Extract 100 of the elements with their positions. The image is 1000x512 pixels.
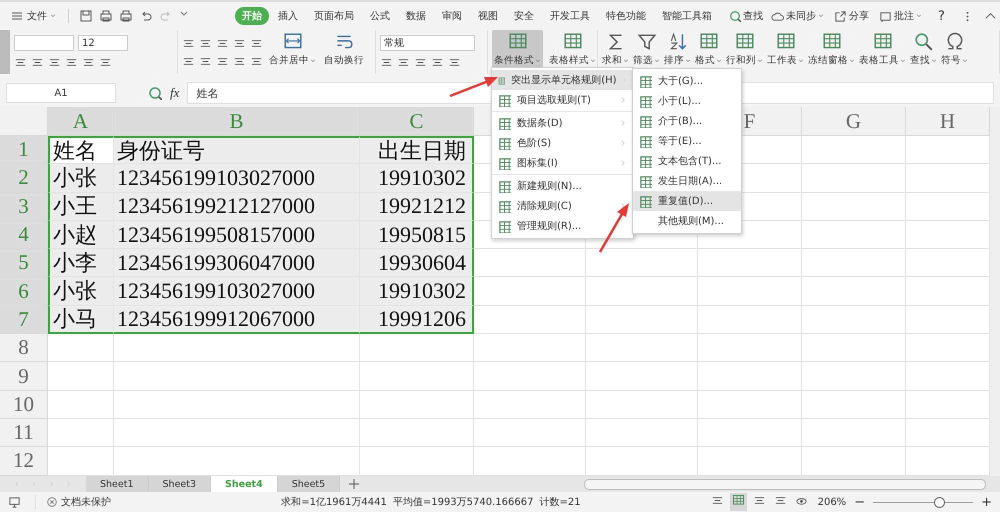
table-cell: 19930604	[360, 249, 474, 278]
slider-thumb[interactable]	[934, 496, 946, 508]
table-icon	[639, 174, 652, 188]
column-header[interactable]: H	[906, 107, 990, 136]
zoom-out-button[interactable]: −	[854, 494, 866, 510]
ribbon-tab[interactable]: 数据	[399, 7, 433, 25]
annotation-arrow	[598, 203, 629, 253]
view-button[interactable]	[730, 493, 747, 511]
table-cell	[48, 362, 114, 391]
menu-item[interactable]: 图标集(I)	[492, 153, 633, 173]
caret-icon	[535, 58, 541, 64]
menu-item[interactable]: 项目选取规则(T)	[492, 90, 633, 110]
table-cell: 123456199912067000	[114, 306, 360, 334]
table-icon	[498, 136, 511, 150]
ribbon-button[interactable]: 表格工具	[857, 30, 908, 69]
toolbar-button[interactable]: 批注	[879, 9, 922, 23]
menu-item[interactable]: 大于(G)...	[633, 71, 741, 91]
ribbon-tab[interactable]: 特色功能	[599, 7, 653, 25]
table-cell: 123456199212127000	[114, 192, 360, 221]
menu-item[interactable]: 重复值(D)...	[633, 191, 741, 211]
row-header[interactable]: 9	[0, 362, 48, 391]
monitor-icon[interactable]	[8, 496, 21, 508]
zoom-in-button[interactable]: +	[981, 494, 992, 510]
ribbon-tab[interactable]: 插入	[271, 7, 305, 25]
table-icon	[639, 134, 652, 148]
table-icon	[639, 154, 652, 168]
menu-item[interactable]: 发生日期(A)...	[633, 171, 741, 191]
share-icon	[834, 10, 847, 22]
caret-icon	[962, 58, 968, 64]
table-icon	[498, 220, 511, 232]
ribbon-tab[interactable]: 公式	[363, 7, 397, 25]
table-cell: 123456199306047000	[114, 249, 360, 278]
ribbon-tab[interactable]: 页面布局	[307, 7, 361, 25]
table-icon	[639, 114, 652, 128]
row-header[interactable]: 10	[0, 390, 48, 419]
ribbon-button[interactable]: 表格样式	[547, 30, 598, 69]
ribbon-button[interactable]: 求和	[600, 30, 631, 69]
caret-icon	[50, 13, 56, 19]
menu-item[interactable]: 突出显示单元格规则(H)	[492, 70, 633, 90]
table-cell: 小张	[48, 164, 114, 193]
comment-icon	[879, 10, 892, 22]
table-cell: 身份证号	[114, 136, 360, 164]
ribbon-tab[interactable]: 审阅	[435, 7, 469, 25]
sheet-tab[interactable]: Sheet3	[148, 476, 212, 492]
menu-item[interactable]: 数据条(D)	[492, 113, 633, 133]
row-header[interactable]: 11	[0, 418, 48, 448]
help-button[interactable]: ?	[932, 8, 951, 24]
ribbon-button[interactable]: 行和列	[724, 30, 765, 69]
menu-item[interactable]: 管理规则(R)...	[492, 216, 633, 236]
name-box[interactable]: A1	[6, 83, 116, 103]
print-icon[interactable]	[99, 9, 113, 23]
ribbon-button[interactable]: 冻结窗格	[806, 30, 857, 69]
function-label[interactable]: fx	[170, 85, 180, 101]
search-button[interactable]: 查找	[729, 9, 763, 23]
row-header[interactable]: 12	[0, 447, 48, 476]
ribbon-scroll-handle[interactable]	[0, 30, 10, 74]
font-name-field[interactable]	[14, 35, 74, 51]
ribbon-tab[interactable]: 视图	[471, 7, 505, 25]
table-cell	[48, 390, 114, 419]
save-icon[interactable]	[79, 9, 93, 23]
caret-icon	[685, 58, 691, 64]
summary-text: 平均值=1993万5740.166667	[392, 496, 534, 509]
menu-item[interactable]: 色阶(S)	[492, 133, 633, 153]
file-menu-button[interactable]: 文件	[6, 9, 60, 23]
vertical-scrollbar[interactable]	[990, 107, 1000, 476]
ribbon-tab[interactable]: 智能工具箱	[655, 7, 719, 25]
ribbon-button[interactable]: 查找	[908, 30, 939, 69]
table-cell: 小赵	[48, 220, 114, 250]
column-header[interactable]: G	[802, 107, 906, 136]
horizontal-scrollbar[interactable]	[584, 478, 986, 490]
ribbon-button[interactable]: 条件格式	[492, 30, 543, 69]
table-icon	[498, 94, 511, 106]
ribbon-tab[interactable]: 开发工具	[543, 7, 597, 25]
menu-item[interactable]: 新建规则(N)...	[492, 176, 633, 196]
toolbar-button[interactable]: 分享	[834, 9, 869, 23]
sheet-tab[interactable]: Sheet1	[86, 476, 149, 492]
zoom-level-dropdown[interactable]: 206%	[818, 496, 846, 508]
row-header[interactable]: 8	[0, 334, 48, 362]
caret-icon	[757, 58, 763, 64]
summary-text: 计数=21	[539, 496, 581, 509]
table-cell: 小马	[48, 306, 114, 334]
menu-item[interactable]: 其他规则(M)...	[633, 211, 741, 231]
ribbon-button[interactable]: 符号	[939, 30, 970, 69]
add-sheet-icon[interactable]	[348, 478, 360, 490]
toolbar-button[interactable]: 未同步	[771, 9, 824, 23]
ribbon-button[interactable]: 筛选	[631, 30, 662, 69]
caret-icon	[900, 58, 906, 64]
number-format-dropdown[interactable]: 常规	[380, 35, 475, 51]
ribbon-button[interactable]: 排序	[662, 30, 693, 69]
ribbon-button[interactable]: 合并居中	[267, 30, 318, 69]
menu-item[interactable]: 文本包含(T)...	[633, 151, 741, 171]
sheet-tab[interactable]: Sheet5	[278, 476, 340, 492]
font-size-field[interactable]: 12	[78, 35, 128, 51]
ribbon-button[interactable]: 自动换行	[322, 30, 366, 69]
ribbon-button[interactable]: 格式	[693, 30, 724, 69]
table-cell	[48, 334, 114, 362]
ribbon-tab[interactable]: 安全	[507, 7, 541, 25]
table-cell: 19910302	[360, 277, 474, 306]
menu-item[interactable]: 清除规则(C)	[492, 196, 633, 216]
ribbon-button[interactable]: 工作表	[765, 30, 806, 69]
